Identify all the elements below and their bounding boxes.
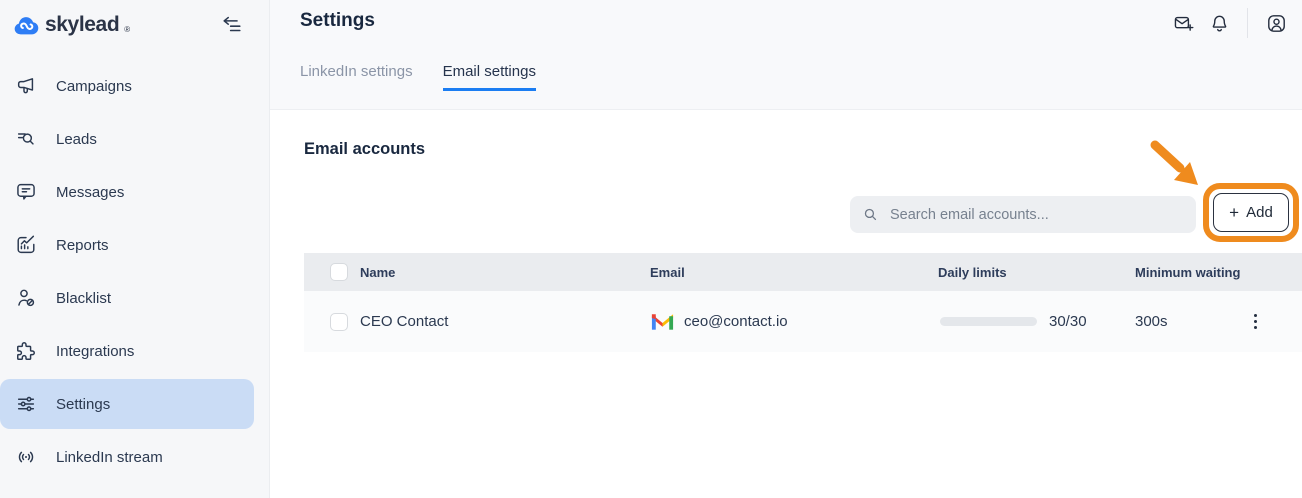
table-row: CEO Contact ceo@contact.io [304,291,1302,352]
sidebar-item-leads[interactable]: Leads [0,114,254,164]
chat-bubble-icon [14,180,38,204]
annotation-arrow-icon [1142,138,1212,194]
search-input[interactable] [888,206,1184,224]
column-header-minimum-waiting: Minimum waiting [1130,265,1240,280]
column-header-name: Name [360,265,650,280]
topbar-icons [1165,8,1294,38]
annotation-ring: + Add [1203,183,1299,242]
sidebar-item-campaigns[interactable]: Campaigns [0,61,254,111]
sidebar-item-blacklist[interactable]: Blacklist [0,273,254,323]
column-header-email: Email [650,265,934,280]
sidebar-item-linkedin-stream[interactable]: LinkedIn stream [0,432,254,482]
sidebar-item-label: Settings [56,396,110,413]
daily-limit-value: 30/30 [1049,313,1087,330]
sidebar-item-messages[interactable]: Messages [0,167,254,217]
row-kebab-menu-icon[interactable] [1250,310,1261,333]
select-all-checkbox[interactable] [330,263,348,281]
sidebar-item-label: Reports [56,237,109,254]
registered-mark: ® [124,25,130,34]
daily-limit-progressbar [940,317,1037,326]
table-header-row: Name Email Daily limits Minimum waiting [304,253,1302,291]
sliders-icon [14,392,38,416]
search-box [850,196,1196,233]
gmail-icon [650,312,675,332]
sidebar-collapse-icon[interactable] [221,14,243,36]
page-title: Settings [270,0,1302,32]
bell-icon[interactable] [1201,8,1237,38]
account-icon[interactable] [1258,8,1294,38]
main-area: Settings [270,0,1302,498]
mail-plus-icon[interactable] [1165,8,1201,38]
tab-email-settings[interactable]: Email settings [443,63,536,91]
search-icon [862,206,879,223]
email-accounts-table: Name Email Daily limits Minimum waiting … [304,253,1302,352]
add-button-label: Add [1246,204,1273,221]
sidebar-item-label: Campaigns [56,78,132,95]
add-button[interactable]: + Add [1213,193,1289,232]
topbar-divider [1247,8,1248,38]
sidebar-item-label: Messages [56,184,124,201]
sidebar-item-label: Integrations [56,343,134,360]
chart-icon [14,233,38,257]
settings-tabs: LinkedIn settings Email settings [300,63,536,91]
user-block-icon [14,286,38,310]
sidebar-item-reports[interactable]: Reports [0,220,254,270]
sidebar-nav: Campaigns Leads [0,44,269,482]
sidebar-item-settings[interactable]: Settings [0,379,254,429]
sidebar: skylead ® Campaigns [0,0,270,498]
puzzle-icon [14,339,38,363]
minimum-waiting-value: 300s [1130,313,1240,330]
account-name: CEO Contact [360,313,650,330]
skylead-logo: skylead ® [13,13,130,37]
email-settings-panel: Email accounts + Add [270,110,1302,498]
cloud-logo-icon [13,14,41,36]
brand-name: skylead [45,13,119,37]
section-title: Email accounts [304,140,425,159]
sidebar-header: skylead ® [0,0,269,44]
tab-linkedin-settings[interactable]: LinkedIn settings [300,63,413,91]
row-checkbox[interactable] [330,313,348,331]
lead-search-icon [14,127,38,151]
broadcast-icon [14,445,38,469]
sidebar-item-label: Blacklist [56,290,111,307]
app-window: skylead ® Campaigns [0,0,1302,498]
topbar: Settings [270,0,1302,110]
plus-icon: + [1229,204,1239,221]
sidebar-item-integrations[interactable]: Integrations [0,326,254,376]
sidebar-item-label: LinkedIn stream [56,449,163,466]
megaphone-icon [14,74,38,98]
sidebar-item-label: Leads [56,131,97,148]
column-header-daily-limits: Daily limits [934,265,1130,280]
account-email: ceo@contact.io [684,313,788,330]
